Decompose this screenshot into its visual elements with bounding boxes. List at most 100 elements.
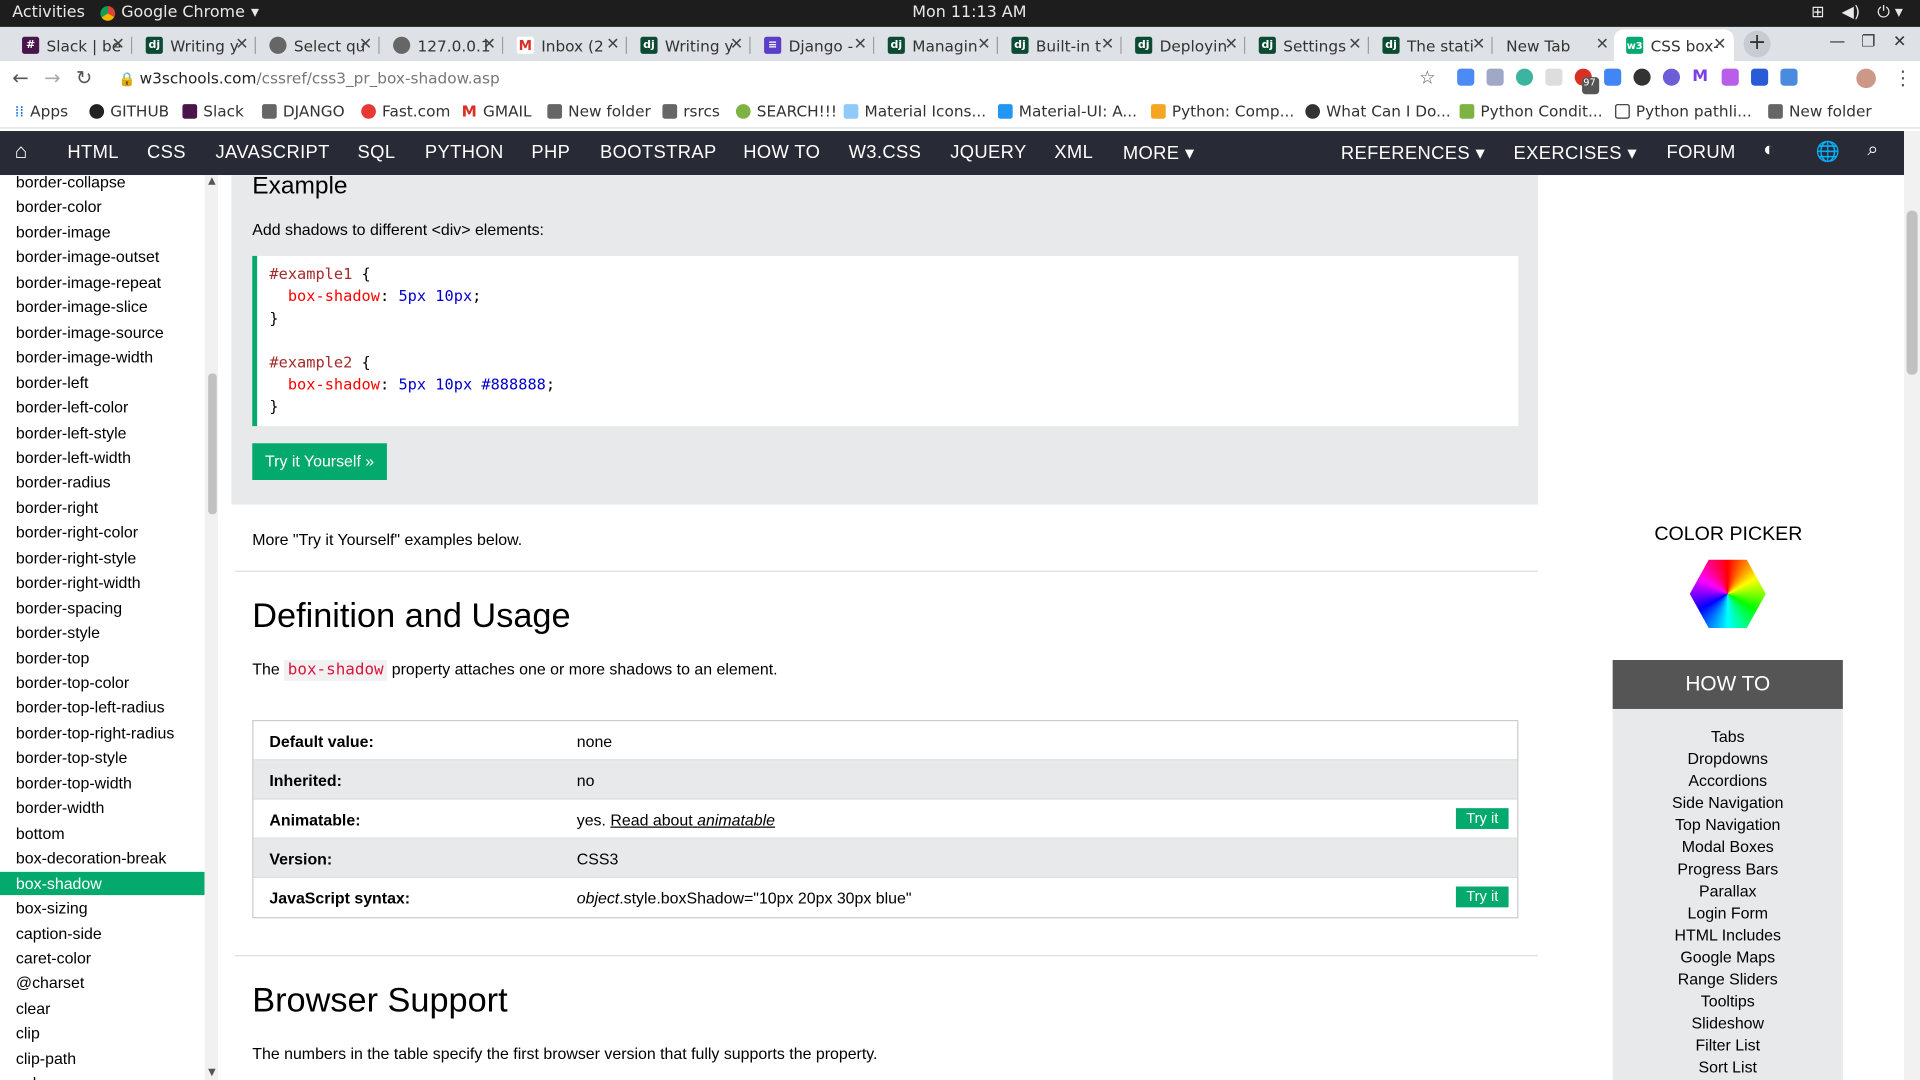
- forward-icon[interactable]: →: [44, 66, 60, 89]
- bookmark[interactable]: Python Condit...: [1459, 102, 1603, 120]
- home-icon[interactable]: ⌂: [15, 140, 28, 164]
- nav-javascript[interactable]: JAVASCRIPT: [216, 142, 330, 163]
- sidebar-item[interactable]: @charset: [0, 971, 204, 994]
- howto-item[interactable]: Modal Boxes: [1613, 838, 1843, 856]
- animatable-link[interactable]: Read about animatable: [610, 811, 775, 829]
- tab-active[interactable]: w3 CSS box- ✕: [1613, 29, 1734, 62]
- try-it-button[interactable]: Try it: [1455, 808, 1509, 829]
- sidebar-item[interactable]: border-right-color: [0, 521, 204, 544]
- sidebar-item[interactable]: border-top-right-radius: [0, 721, 204, 744]
- sidebar-item[interactable]: border-top-left-radius: [0, 696, 204, 719]
- sidebar-item[interactable]: border-image: [0, 220, 204, 243]
- extension-icon[interactable]: [1515, 68, 1534, 86]
- extension-icon[interactable]: [1721, 68, 1739, 86]
- sidebar-item[interactable]: border-top-color: [0, 671, 204, 694]
- page-scroll-thumb[interactable]: [1906, 210, 1918, 375]
- try-it-button[interactable]: Try it: [1455, 886, 1509, 908]
- nav-more[interactable]: MORE ▾: [1123, 142, 1195, 164]
- howto-item[interactable]: Sort List: [1613, 1058, 1843, 1076]
- sidebar-item[interactable]: box-sizing: [0, 896, 204, 919]
- close-icon[interactable]: ✕: [483, 36, 496, 54]
- app-menu[interactable]: Google Chrome ▾: [100, 4, 259, 22]
- sidebar-item[interactable]: clip-path: [0, 1047, 204, 1070]
- howto-item[interactable]: Side Navigation: [1613, 793, 1843, 811]
- howto-item[interactable]: Tabs: [1613, 727, 1843, 745]
- extension-icon[interactable]: [1662, 68, 1681, 86]
- scroll-down-icon[interactable]: ▼: [208, 1067, 216, 1078]
- howto-item[interactable]: Slideshow: [1613, 1014, 1843, 1032]
- activities-button[interactable]: Activities: [12, 4, 85, 22]
- nav-css[interactable]: CSS: [147, 142, 186, 163]
- close-icon[interactable]: ✕: [730, 36, 743, 54]
- howto-item[interactable]: Tooltips: [1613, 992, 1843, 1010]
- extension-icon[interactable]: 97: [1574, 68, 1600, 95]
- sidebar-item[interactable]: color: [0, 1072, 204, 1080]
- menu-icon[interactable]: ⋮: [1893, 66, 1913, 89]
- tab[interactable]: New Tab ✕: [1494, 29, 1616, 61]
- bookmark[interactable]: GITHUB: [89, 102, 169, 120]
- close-icon[interactable]: ✕: [1713, 36, 1726, 54]
- nav-php[interactable]: PHP: [531, 142, 570, 163]
- tab[interactable]: Select qu ✕: [257, 29, 380, 61]
- sidebar-item[interactable]: border-top-width: [0, 771, 204, 794]
- sidebar-item[interactable]: box-shadow: [0, 871, 205, 895]
- sidebar-item[interactable]: border-right-width: [0, 571, 204, 594]
- close-icon[interactable]: ✕: [1472, 36, 1485, 54]
- bookmark[interactable]: New folder: [547, 102, 651, 120]
- extension-icon[interactable]: [1751, 68, 1769, 86]
- close-icon[interactable]: ✕: [1225, 36, 1238, 54]
- sidebar-item[interactable]: border-collapse: [0, 175, 204, 193]
- sidebar-item[interactable]: border-image-slice: [0, 295, 204, 318]
- tab[interactable]: ≡ Django - ✕: [752, 29, 875, 61]
- tab[interactable]: dj Writing y ✕: [628, 29, 751, 61]
- reload-icon[interactable]: ↻: [76, 66, 92, 89]
- sidebar-item[interactable]: border-image-width: [0, 345, 204, 368]
- maximize-icon[interactable]: ❐: [1861, 33, 1875, 51]
- close-icon[interactable]: ✕: [112, 36, 125, 54]
- nav-references[interactable]: REFERENCES ▾: [1341, 142, 1485, 164]
- clock[interactable]: Mon 11:13 AM: [912, 4, 1026, 22]
- bookmark[interactable]: M GMAIL: [462, 102, 532, 120]
- howto-item[interactable]: Top Navigation: [1613, 816, 1843, 834]
- globe-icon[interactable]: 🌐: [1816, 140, 1841, 164]
- close-icon[interactable]: ✕: [606, 36, 619, 54]
- nav-forum[interactable]: FORUM: [1667, 142, 1736, 163]
- bookmark[interactable]: Python: Comp...: [1151, 102, 1294, 120]
- sidebar-item[interactable]: bottom: [0, 821, 204, 844]
- sidebar-item[interactable]: border-spacing: [0, 596, 204, 619]
- sidebar-item[interactable]: border-width: [0, 796, 204, 819]
- bookmark[interactable]: Material-UI: A...: [997, 102, 1137, 120]
- close-icon[interactable]: ✕: [1348, 36, 1361, 54]
- nav-w3css[interactable]: W3.CSS: [849, 142, 922, 163]
- extension-icon[interactable]: [1604, 68, 1622, 86]
- close-icon[interactable]: ✕: [1596, 36, 1609, 54]
- howto-item[interactable]: Accordions: [1613, 771, 1843, 789]
- sidebar-item[interactable]: border-image-repeat: [0, 270, 204, 293]
- howto-item[interactable]: Filter List: [1613, 1036, 1843, 1054]
- try-it-yourself-button[interactable]: Try it Yourself »: [252, 443, 387, 481]
- sidebar-item[interactable]: border-style: [0, 621, 204, 644]
- nav-python[interactable]: PYTHON: [425, 142, 504, 163]
- bookmark[interactable]: What Can I Do...: [1305, 102, 1451, 120]
- sidebar-item[interactable]: border-radius: [0, 471, 204, 494]
- nav-bootstrap[interactable]: BOOTSTRAP: [600, 142, 717, 163]
- minimize-icon[interactable]: —: [1829, 33, 1845, 51]
- sidebar-item[interactable]: clip: [0, 1022, 204, 1045]
- bookmark[interactable]: New folder: [1768, 102, 1872, 120]
- extension-icon[interactable]: M: [1692, 68, 1710, 86]
- scroll-up-icon[interactable]: ▲: [208, 175, 216, 186]
- back-icon[interactable]: ←: [12, 66, 28, 89]
- tab[interactable]: 127.0.0.1 ✕: [381, 29, 504, 61]
- sidebar-item[interactable]: border-right: [0, 496, 204, 519]
- system-tray[interactable]: ⊞ ◀) ⏻ ▾: [1811, 4, 1903, 22]
- extension-icon[interactable]: [1780, 68, 1798, 86]
- howto-item[interactable]: Google Maps: [1613, 948, 1843, 966]
- howto-item[interactable]: Dropdowns: [1613, 749, 1843, 767]
- sidebar-item[interactable]: clear: [0, 997, 204, 1020]
- bookmark[interactable]: Fast.com: [361, 102, 450, 120]
- close-icon[interactable]: ✕: [854, 36, 867, 54]
- nav-xml[interactable]: XML: [1054, 142, 1093, 163]
- star-icon[interactable]: ☆: [1419, 66, 1435, 88]
- sidebar-scroll-thumb[interactable]: [208, 373, 217, 515]
- sidebar-item[interactable]: border-image-outset: [0, 245, 204, 268]
